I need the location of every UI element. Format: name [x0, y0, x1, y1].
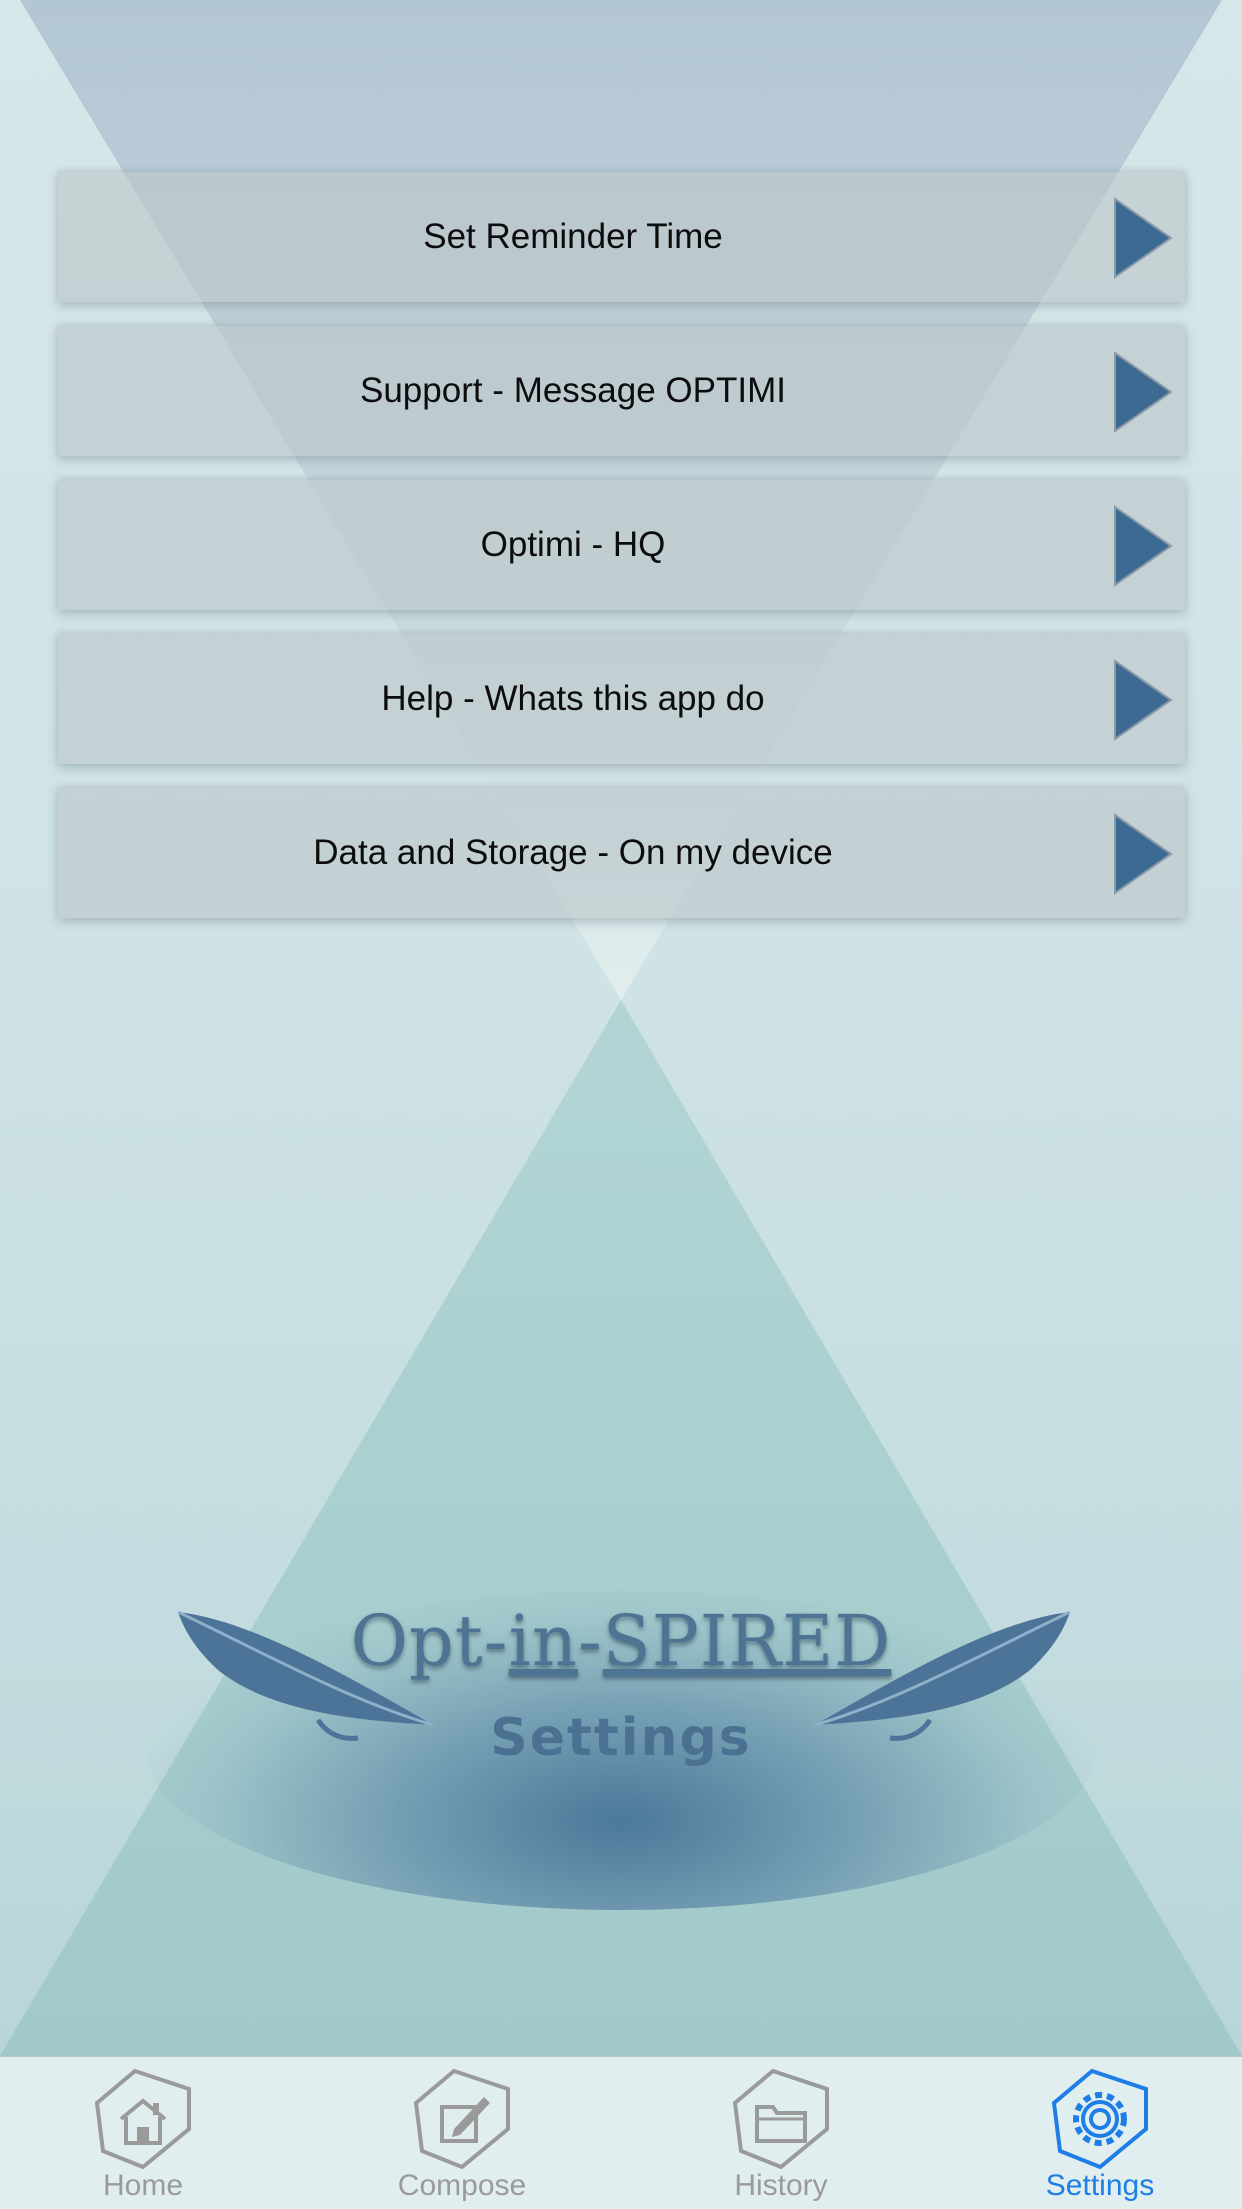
- tab-label: Settings: [1045, 2169, 1155, 2202]
- tab-bar: Home Compose History Settings: [0, 2056, 1242, 2209]
- gear-icon: [1051, 2068, 1148, 2170]
- play-arrow-icon: [1114, 505, 1173, 587]
- menu-item-label: Support - Message OPTIMI: [360, 371, 786, 410]
- menu-item-label: Set Reminder Time: [423, 217, 723, 256]
- brand-logo: Opt-in-SPIRED Settings: [46, 1460, 1196, 1960]
- tab-label: Compose: [397, 2169, 527, 2202]
- menu-item-support-message[interactable]: Support - Message OPTIMI: [58, 326, 1185, 456]
- menu-item-optimi-hq[interactable]: Optimi - HQ: [58, 480, 1185, 610]
- brand-subtitle: Settings: [490, 1708, 752, 1768]
- folder-icon: [732, 2068, 829, 2170]
- play-arrow-icon: [1114, 351, 1173, 433]
- brand-title-part: in: [508, 1600, 579, 1682]
- home-icon: [94, 2068, 191, 2170]
- menu-item-label: Optimi - HQ: [480, 525, 666, 564]
- tab-compose[interactable]: Compose: [307, 2057, 617, 2209]
- settings-menu: Set Reminder Time Support - Message OPTI…: [58, 172, 1185, 942]
- brand-title: Opt-in-SPIRED: [46, 1600, 1196, 1682]
- menu-item-label: Data and Storage - On my device: [313, 833, 833, 872]
- play-arrow-icon: [1114, 813, 1173, 895]
- brand-title-part: SPIRED: [602, 1600, 892, 1682]
- tab-settings[interactable]: Settings: [945, 2057, 1242, 2209]
- brand-title-part: -: [578, 1600, 603, 1682]
- menu-item-help[interactable]: Help - Whats this app do: [58, 634, 1185, 764]
- compose-icon: [413, 2068, 510, 2170]
- menu-item-set-reminder-time[interactable]: Set Reminder Time: [58, 172, 1185, 302]
- menu-item-label: Help - Whats this app do: [381, 679, 765, 718]
- play-arrow-icon: [1114, 659, 1173, 741]
- tab-history[interactable]: History: [626, 2057, 936, 2209]
- play-arrow-icon: [1114, 197, 1173, 279]
- tab-label: History: [734, 2169, 828, 2202]
- brand-title-part: Opt-: [350, 1600, 509, 1682]
- tab-label: Home: [102, 2169, 184, 2202]
- menu-item-data-storage[interactable]: Data and Storage - On my device: [58, 788, 1185, 918]
- tab-home[interactable]: Home: [0, 2057, 298, 2209]
